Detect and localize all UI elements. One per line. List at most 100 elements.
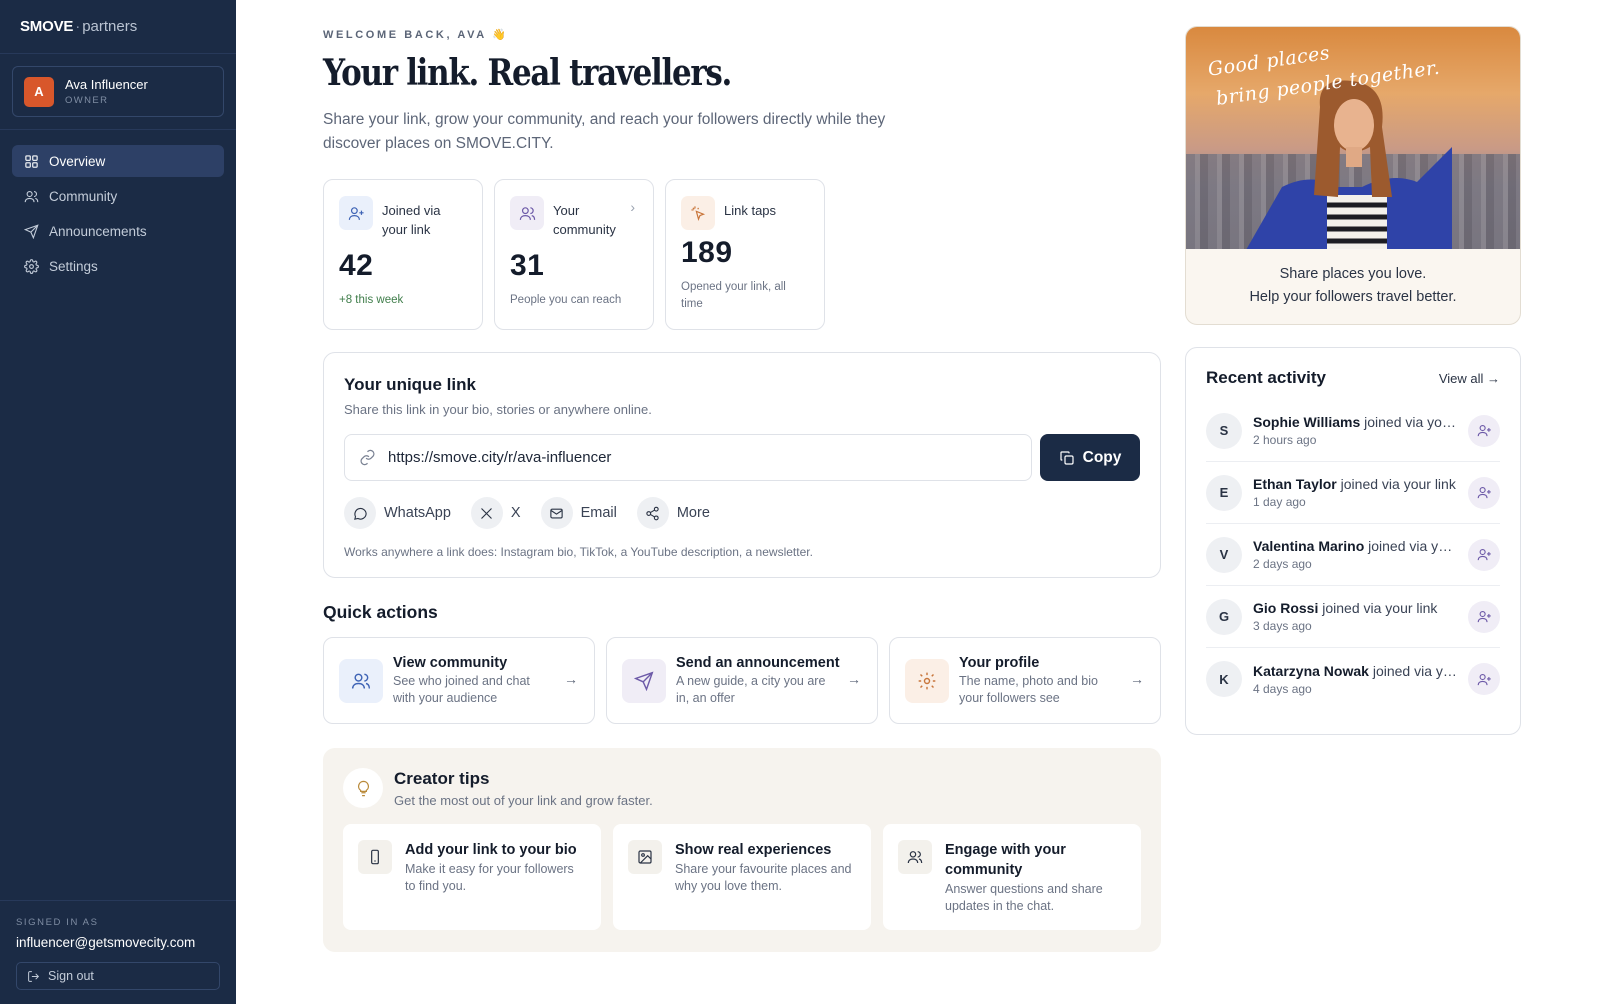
add-contact-button[interactable]	[1468, 600, 1500, 633]
unique-link-card: Your unique link Share this link in your…	[323, 352, 1161, 578]
sidebar-item-overview[interactable]: Overview	[12, 145, 224, 177]
share-more-button[interactable]: More	[636, 497, 710, 529]
sidebar-item-announcements[interactable]: Announcements	[12, 215, 224, 247]
add-contact-button[interactable]	[1468, 663, 1500, 695]
gear-icon	[24, 258, 39, 274]
sidebar-item-label: Community	[49, 188, 118, 204]
quick-action-desc: A new guide, a city you are in, an offer	[676, 673, 826, 705]
arrow-right-icon: →	[847, 671, 861, 687]
stat-note: +8 this week	[339, 294, 404, 306]
tip-desc: Answer questions and share updates in th…	[945, 882, 1103, 913]
account-role: OWNER	[65, 95, 109, 106]
promo-line: Share places you love.	[1279, 266, 1427, 282]
tips-title: Creator tips	[394, 768, 490, 788]
send-icon	[622, 658, 666, 703]
users-icon	[898, 840, 932, 874]
user-plus-icon	[1477, 673, 1491, 685]
share-x-button[interactable]: X	[470, 497, 521, 529]
welcome-text: WELCOME BACK, AVA 👋	[323, 29, 509, 41]
add-contact-button[interactable]	[1468, 476, 1500, 509]
avatar: S	[1206, 412, 1242, 449]
share-label: More	[676, 505, 710, 521]
stat-card-joined: Joined via your link 42 +8 this week	[323, 179, 483, 330]
stat-card-community[interactable]: Your community › 31 People you can reach	[494, 179, 654, 330]
activity-action: joined via your link	[1336, 476, 1456, 492]
grid-icon	[25, 154, 38, 168]
avatar: G	[1206, 598, 1242, 635]
creator-tips: Creator tips Get the most out of your li…	[323, 748, 1161, 952]
tip-name: Engage with your community	[945, 842, 1066, 878]
mail-icon	[540, 497, 573, 529]
copy-icon	[1060, 450, 1074, 465]
stats-row: Joined via your link 42 +8 this week You…	[323, 179, 825, 330]
x-logo-icon	[470, 497, 503, 529]
view-all-link[interactable]: View all →	[1439, 371, 1500, 386]
stat-value: 42	[339, 249, 374, 282]
chat-bubble-icon	[344, 497, 376, 529]
add-contact-button[interactable]	[1468, 538, 1500, 571]
promo-photo: Good places bring people together.	[1186, 27, 1520, 249]
brand-logo[interactable]: SMOVE · partners	[0, 0, 236, 54]
chevron-right-icon: ›	[630, 199, 635, 215]
share-email-button[interactable]: Email	[540, 497, 617, 529]
activity-name: Gio Rossi	[1253, 600, 1319, 616]
link-url-field[interactable]: https://smove.city/r/ava-influencer	[344, 434, 1032, 481]
user-plus-icon	[1477, 548, 1491, 561]
tip-name: Show real experiences	[675, 842, 832, 858]
quick-action-send-announcement[interactable]: Send an announcement A new guide, a city…	[606, 637, 878, 724]
share-label: WhatsApp	[384, 505, 451, 521]
link-icon	[360, 449, 375, 466]
users-icon	[510, 196, 544, 230]
sidebar-item-label: Overview	[49, 153, 106, 169]
brand-separator: ·	[75, 18, 81, 35]
activity-time: 4 days ago	[1253, 681, 1312, 696]
copy-button[interactable]: Copy	[1040, 434, 1140, 481]
account-switcher[interactable]: A Ava Influencer OWNER	[12, 66, 224, 117]
stat-value: 31	[510, 249, 545, 282]
stat-value: 189	[681, 236, 733, 269]
signed-in-label: SIGNED IN AS	[16, 917, 99, 928]
tip-desc: Share your favourite places and why you …	[675, 862, 852, 893]
avatar: V	[1206, 536, 1242, 573]
user-plus-icon	[1477, 486, 1491, 499]
tip-name: Add your link to your bio	[405, 842, 577, 858]
activity-name: Ethan Taylor	[1253, 476, 1337, 492]
signed-in-email: influencer@getsmovecity.com	[16, 935, 196, 950]
activity-time: 2 days ago	[1253, 557, 1312, 571]
activity-item: E Ethan Taylor joined via your link 1 da…	[1206, 462, 1500, 524]
sign-out-button[interactable]: Sign out	[16, 962, 220, 990]
activity-item: G Gio Rossi joined via your link 3 days …	[1206, 586, 1500, 648]
page-title: Your link. Real travellers.	[323, 52, 732, 94]
add-contact-button[interactable]	[1468, 414, 1500, 447]
share-icon	[636, 497, 669, 529]
quick-action-view-community[interactable]: View community See who joined and chat w…	[323, 637, 595, 724]
quick-action-your-profile[interactable]: Your profile The name, photo and bio you…	[889, 637, 1161, 724]
activity-name: Katarzyna Nowak	[1253, 662, 1369, 679]
account-name: Ava Influencer	[65, 77, 148, 92]
activity-name: Valentina Marino	[1253, 538, 1365, 554]
brand-suffix: partners	[82, 18, 138, 35]
arrow-right-icon: →	[1130, 671, 1144, 687]
stat-label: Joined via your link	[382, 203, 441, 237]
user-plus-icon	[339, 196, 373, 230]
activity-action: joined via your link	[1372, 662, 1458, 679]
sidebar-footer: SIGNED IN AS influencer@getsmovecity.com…	[0, 900, 236, 1004]
sidebar-item-label: Announcements	[49, 223, 147, 239]
sidebar-item-community[interactable]: Community	[12, 180, 224, 212]
brand-name: SMOVE	[20, 18, 74, 35]
activity-time: 2 hours ago	[1253, 433, 1317, 447]
stat-label: Your community	[553, 203, 616, 237]
copy-label: Copy	[1082, 448, 1122, 466]
quick-actions-title: Quick actions	[323, 602, 438, 622]
sidebar-item-settings[interactable]: Settings	[12, 250, 224, 282]
activity-name: Sophie Williams	[1253, 414, 1361, 430]
link-card-title: Your unique link	[344, 375, 476, 394]
share-whatsapp-button[interactable]: WhatsApp	[344, 497, 451, 529]
avatar: E	[1206, 474, 1242, 511]
quick-action-name: Send an announcement	[676, 654, 840, 671]
sparkle-icon	[681, 196, 715, 230]
stat-note: People you can reach	[510, 294, 622, 306]
tip-card: Show real experiences Share your favouri…	[613, 824, 871, 930]
tip-card: Add your link to your bio Make it easy f…	[343, 824, 601, 930]
activity-title: Recent activity	[1206, 368, 1326, 387]
